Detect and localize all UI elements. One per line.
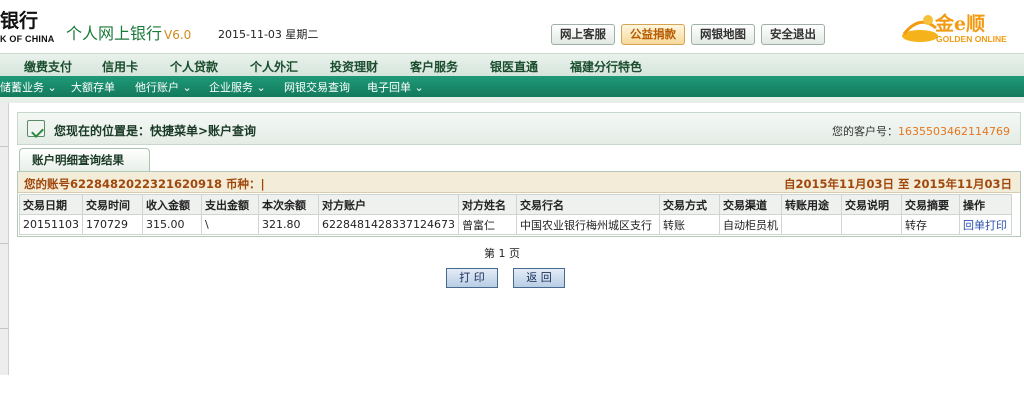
account-info-bar: 您的账号6228482022321620918 币种：| 自2015年11月03… [18,172,1020,193]
sidebar-divider [0,146,9,147]
col-summary: 交易摘要 [900,194,960,215]
cell-channel: 自动柜员机 [718,214,782,235]
cell-time: 170729 [82,214,143,235]
customer-number-value: 1635503462114769 [898,125,1010,138]
app-version: V6.0 [164,28,192,42]
subnav-large-deposit[interactable]: 大额存单 [71,79,115,95]
nav-item-credit-card[interactable]: 信用卡 [102,58,138,75]
nav-item-investment[interactable]: 投资理财 [330,58,378,75]
col-counter-name: 对方姓名 [457,194,517,215]
cell-purpose [780,214,842,235]
brand-name-en: GOLDEN ONLINE [936,34,1007,44]
transaction-table: 交易日期 交易时间 收入金额 支出金额 本次余额 对方账户 对方姓名 交易行名 … [19,194,1012,235]
col-income: 收入金额 [142,194,202,215]
collapsed-sidebar[interactable] [0,103,9,375]
bank-logo-text: 银行 [0,10,39,32]
charity-donation-button[interactable]: 公益捐款 [621,24,685,45]
nav-item-loans[interactable]: 个人贷款 [170,58,218,75]
sidebar-divider [0,243,9,244]
subnav-enterprise[interactable]: 企业服务 ⌄ [209,79,266,95]
subnav-other-bank[interactable]: 他行账户 ⌄ [135,79,192,95]
table-row: 20151103 170729 315.00 \ 321.80 62284814… [19,214,1012,235]
subnav-e-receipt[interactable]: 电子回单 ⌄ [367,79,424,95]
nav-item-customer-service[interactable]: 客户服务 [410,58,458,75]
col-time: 交易时间 [82,194,143,215]
customer-number-label: 您的客户号： [832,125,899,138]
cell-expense: \ [201,214,259,235]
col-channel: 交易渠道 [718,194,782,215]
col-date: 交易日期 [19,194,83,215]
account-number: 您的账号6228482022321620918 币种：| [24,177,265,191]
customer-number: 您的客户号：1635503462114769 [832,123,1010,139]
cell-date: 20151103 [19,214,83,235]
col-action: 操作 [958,194,1012,215]
cell-income: 315.00 [142,214,202,235]
col-purpose: 转账用途 [780,194,842,215]
nav-divider [0,97,1024,103]
nav-item-hospital[interactable]: 银医直通 [490,58,538,75]
main-nav: 缴费支付 信用卡 个人贷款 个人外汇 投资理财 客户服务 银医直通 福建分行特色 [0,53,1024,76]
app-title: 个人网上银行 V6.0 [66,20,191,44]
bank-logo-en: K OF CHINA [0,34,55,44]
cell-summary: 转存 [900,214,960,235]
col-method: 交易方式 [658,194,720,215]
col-bank-name: 交易行名 [515,194,660,215]
location-bar: 您现在的位置是：快捷菜单>账户查询 您的客户号：1635503462114769 [17,112,1021,145]
nav-item-payment[interactable]: 缴费支付 [24,58,72,75]
print-button[interactable]: 打 印 [446,268,498,288]
top-button-group: 网上客服 公益捐款 网银地图 安全退出 [551,24,825,45]
location-check-icon [27,120,45,137]
bank-map-button[interactable]: 网银地图 [691,24,755,45]
online-service-button[interactable]: 网上客服 [551,24,615,45]
tab-account-details[interactable]: 账户明细查询结果 [19,148,150,172]
current-date: 2015-11-03 星期二 [218,28,319,41]
cell-method: 转账 [658,214,720,235]
subnav-transaction-query[interactable]: 网银交易查询 [284,79,350,95]
nav-item-forex[interactable]: 个人外汇 [250,58,298,75]
results-panel: 您的账号6228482022321620918 币种：| 自2015年11月03… [17,171,1021,237]
brand-name: 金e顺 [935,13,986,35]
col-counter-account: 对方账户 [318,194,459,215]
breadcrumb: 您现在的位置是：快捷菜单>账户查询 [54,124,257,138]
app-title-text: 个人网上银行 [66,24,163,43]
header: 银行 K OF CHINA 个人网上银行 V6.0 2015-11-03 星期二 … [0,0,1024,53]
table-header-row: 交易日期 交易时间 收入金额 支出金额 本次余额 对方账户 对方姓名 交易行名 … [19,194,1012,215]
cell-balance: 321.80 [258,214,319,235]
back-button[interactable]: 返 回 [513,268,565,288]
col-balance: 本次余额 [258,194,319,215]
col-expense: 支出金额 [201,194,259,215]
subnav-savings[interactable]: 储蓄业务 ⌄ [0,79,57,95]
cell-counter-name: 曾富仁 [457,214,517,235]
date-range: 自2015年11月03日 至 2015年11月03日 [783,177,1012,191]
col-description: 交易说明 [840,194,902,215]
sidebar-divider [0,328,9,329]
cell-counter-account: 6228481428337124673 [318,214,459,235]
page-indicator: 第 1 页 [484,247,520,260]
receipt-print-link[interactable]: 回单打印 [958,214,1012,235]
cell-description [840,214,902,235]
sub-nav: 储蓄业务 ⌄ 大额存单 他行账户 ⌄ 企业服务 ⌄ 网银交易查询 电子回单 ⌄ [0,76,1024,97]
cell-bank-name: 中国农业银行梅州城区支行 [515,214,660,235]
safe-logout-button[interactable]: 安全退出 [761,24,825,45]
nav-item-fujian-features[interactable]: 福建分行特色 [570,58,642,75]
